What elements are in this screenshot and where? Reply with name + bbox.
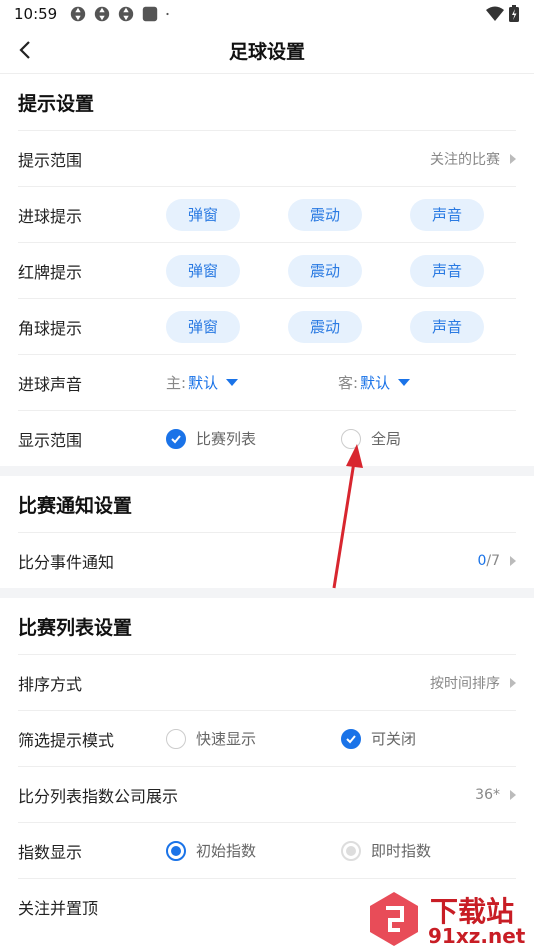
display-global-label: 全局 xyxy=(371,430,402,448)
goal-alert-label: 进球提示 xyxy=(18,206,83,226)
more-notifications-dot-icon xyxy=(166,12,169,16)
red-card-alert-row: 红牌提示 弹窗 震动 声音 xyxy=(18,242,516,298)
red-card-sound-chip[interactable]: 声音 xyxy=(410,254,484,287)
sort-label: 排序方式 xyxy=(18,674,83,694)
score-event-count: 0 xyxy=(477,552,487,569)
goal-alert-row: 进球提示 弹窗 震动 声音 xyxy=(18,186,516,242)
app-header: 足球设置 xyxy=(0,28,534,74)
sort-row[interactable]: 排序方式 按时间排序 xyxy=(18,654,516,710)
app-notification-icon xyxy=(95,6,110,22)
alert-range-value: 关注的比赛 xyxy=(430,151,500,168)
radio-disabled-icon xyxy=(341,840,361,861)
status-bar: 10:59 xyxy=(0,0,534,28)
follow-top-label: 关注并置顶 xyxy=(18,898,99,918)
away-sound-value: 默认 xyxy=(360,374,391,392)
corner-sound-chip[interactable]: 声音 xyxy=(410,310,484,343)
index-display-row: 指数显示 初始指数 即时指数 xyxy=(18,822,516,878)
score-event-label: 比分事件通知 xyxy=(18,552,115,572)
filter-closable-label: 可关闭 xyxy=(371,730,417,748)
index-display-label: 指数显示 xyxy=(18,842,83,862)
chevron-right-icon xyxy=(510,555,516,566)
red-card-vibrate-chip[interactable]: 震动 xyxy=(288,254,362,287)
away-sound-select[interactable]: 客: 默认 xyxy=(338,372,510,393)
filter-mode-row: 筛选提示模式 快速显示 可关闭 xyxy=(18,710,516,766)
index-live-option[interactable]: 即时指数 xyxy=(341,840,516,861)
radio-unchecked-icon xyxy=(341,428,361,449)
filter-mode-label: 筛选提示模式 xyxy=(18,730,115,750)
index-live-label: 即时指数 xyxy=(371,842,432,860)
display-range-label: 显示范围 xyxy=(18,430,83,450)
index-company-value: 36* xyxy=(475,786,500,803)
watermark-url: 91xz.net xyxy=(428,924,526,948)
away-sound-key: 客: xyxy=(338,374,359,392)
radio-unchecked-icon xyxy=(166,728,186,749)
corner-vibrate-chip[interactable]: 震动 xyxy=(288,310,362,343)
dropdown-icon xyxy=(226,379,239,386)
checkmark-icon xyxy=(166,428,186,449)
display-global-option[interactable]: 全局 xyxy=(341,428,516,449)
section-title-match-notification: 比赛通知设置 xyxy=(18,494,133,517)
dropdown-icon xyxy=(398,379,411,386)
alert-range-label: 提示范围 xyxy=(18,150,83,170)
section-divider xyxy=(0,588,534,598)
goal-sound-chip[interactable]: 声音 xyxy=(410,198,484,231)
corner-popup-chip[interactable]: 弹窗 xyxy=(166,310,240,343)
goal-sound-label: 进球声音 xyxy=(18,374,83,394)
score-event-row[interactable]: 比分事件通知 0 /7 xyxy=(18,532,516,588)
alert-range-row[interactable]: 提示范围 关注的比赛 xyxy=(18,130,516,186)
index-initial-option[interactable]: 初始指数 xyxy=(166,840,341,861)
app-notification-icon xyxy=(71,6,86,22)
section-title-alert-settings: 提示设置 xyxy=(18,92,95,115)
section-divider xyxy=(0,466,534,476)
index-initial-label: 初始指数 xyxy=(196,842,257,860)
display-match-list-label: 比赛列表 xyxy=(196,430,257,448)
score-event-total: /7 xyxy=(486,552,500,569)
home-sound-value: 默认 xyxy=(188,374,219,392)
filter-quick-option[interactable]: 快速显示 xyxy=(166,728,341,749)
wifi-icon xyxy=(486,6,504,21)
section-title-match-list: 比赛列表设置 xyxy=(18,616,133,639)
chevron-right-icon xyxy=(510,153,516,164)
radio-selected-icon xyxy=(166,840,186,861)
display-range-row: 显示范围 比赛列表 全局 xyxy=(18,410,516,466)
chevron-right-icon xyxy=(510,677,516,688)
goal-sound-row: 进球声音 主: 默认 客: 默认 xyxy=(18,354,516,410)
display-match-list-option[interactable]: 比赛列表 xyxy=(166,428,341,449)
corner-alert-label: 角球提示 xyxy=(18,318,83,338)
status-time: 10:59 xyxy=(14,5,58,23)
battery-icon xyxy=(509,5,519,22)
red-card-popup-chip[interactable]: 弹窗 xyxy=(166,254,240,287)
checkmark-icon xyxy=(341,728,361,749)
home-sound-select[interactable]: 主: 默认 xyxy=(166,372,338,393)
home-sound-key: 主: xyxy=(166,374,187,392)
corner-alert-row: 角球提示 弹窗 震动 声音 xyxy=(18,298,516,354)
page-title: 足球设置 xyxy=(228,41,305,63)
chevron-right-icon xyxy=(510,789,516,800)
app-notification-icon xyxy=(119,6,134,22)
filter-quick-label: 快速显示 xyxy=(196,730,257,748)
sort-value: 按时间排序 xyxy=(430,675,500,692)
site-watermark: 下载站 91xz.net xyxy=(364,888,534,950)
app-square-icon xyxy=(143,6,158,22)
goal-vibrate-chip[interactable]: 震动 xyxy=(288,198,362,231)
index-company-row[interactable]: 比分列表指数公司展示 36* xyxy=(18,766,516,822)
index-company-label: 比分列表指数公司展示 xyxy=(18,786,179,806)
goal-popup-chip[interactable]: 弹窗 xyxy=(166,198,240,231)
filter-closable-option[interactable]: 可关闭 xyxy=(341,728,516,749)
watermark-logo-icon xyxy=(370,892,418,946)
back-arrow-icon[interactable] xyxy=(14,38,38,62)
red-card-alert-label: 红牌提示 xyxy=(18,262,83,282)
